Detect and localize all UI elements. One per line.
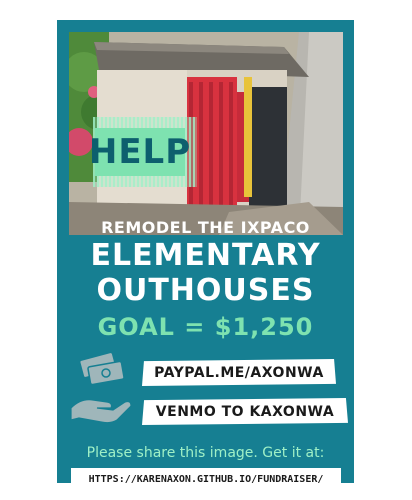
fundraiser-poster: HELP REMODEL THE IXPACO ELEMENTARY OUTHO…	[57, 20, 354, 490]
share-text: Please share this image. Get it at:	[86, 445, 325, 461]
hand-with-money-icon	[67, 350, 135, 432]
subtitle: REMODEL THE IXPACO	[101, 218, 310, 237]
help-badge: HELP	[89, 128, 190, 176]
venmo-label: VENMO TO KAXONWA	[155, 403, 335, 420]
title-line-2: OUTHOUSES	[96, 273, 315, 308]
help-label: HELP	[88, 132, 192, 172]
fundraiser-url-link[interactable]: HTTPS://KARENAXON.GITHUB.IO/FUNDRAISER/	[71, 468, 341, 490]
fundraiser-url: HTTPS://KARENAXON.GITHUB.IO/FUNDRAISER/	[88, 473, 324, 485]
paypal-link[interactable]: PAYPAL.ME/AXONWA	[142, 359, 336, 386]
paypal-label: PAYPAL.ME/AXONWA	[154, 364, 324, 381]
title-line-1: ELEMENTARY	[90, 238, 321, 273]
venmo-handle: VENMO TO KAXONWA	[142, 398, 348, 425]
goal-amount: GOAL = $1,250	[97, 313, 314, 341]
